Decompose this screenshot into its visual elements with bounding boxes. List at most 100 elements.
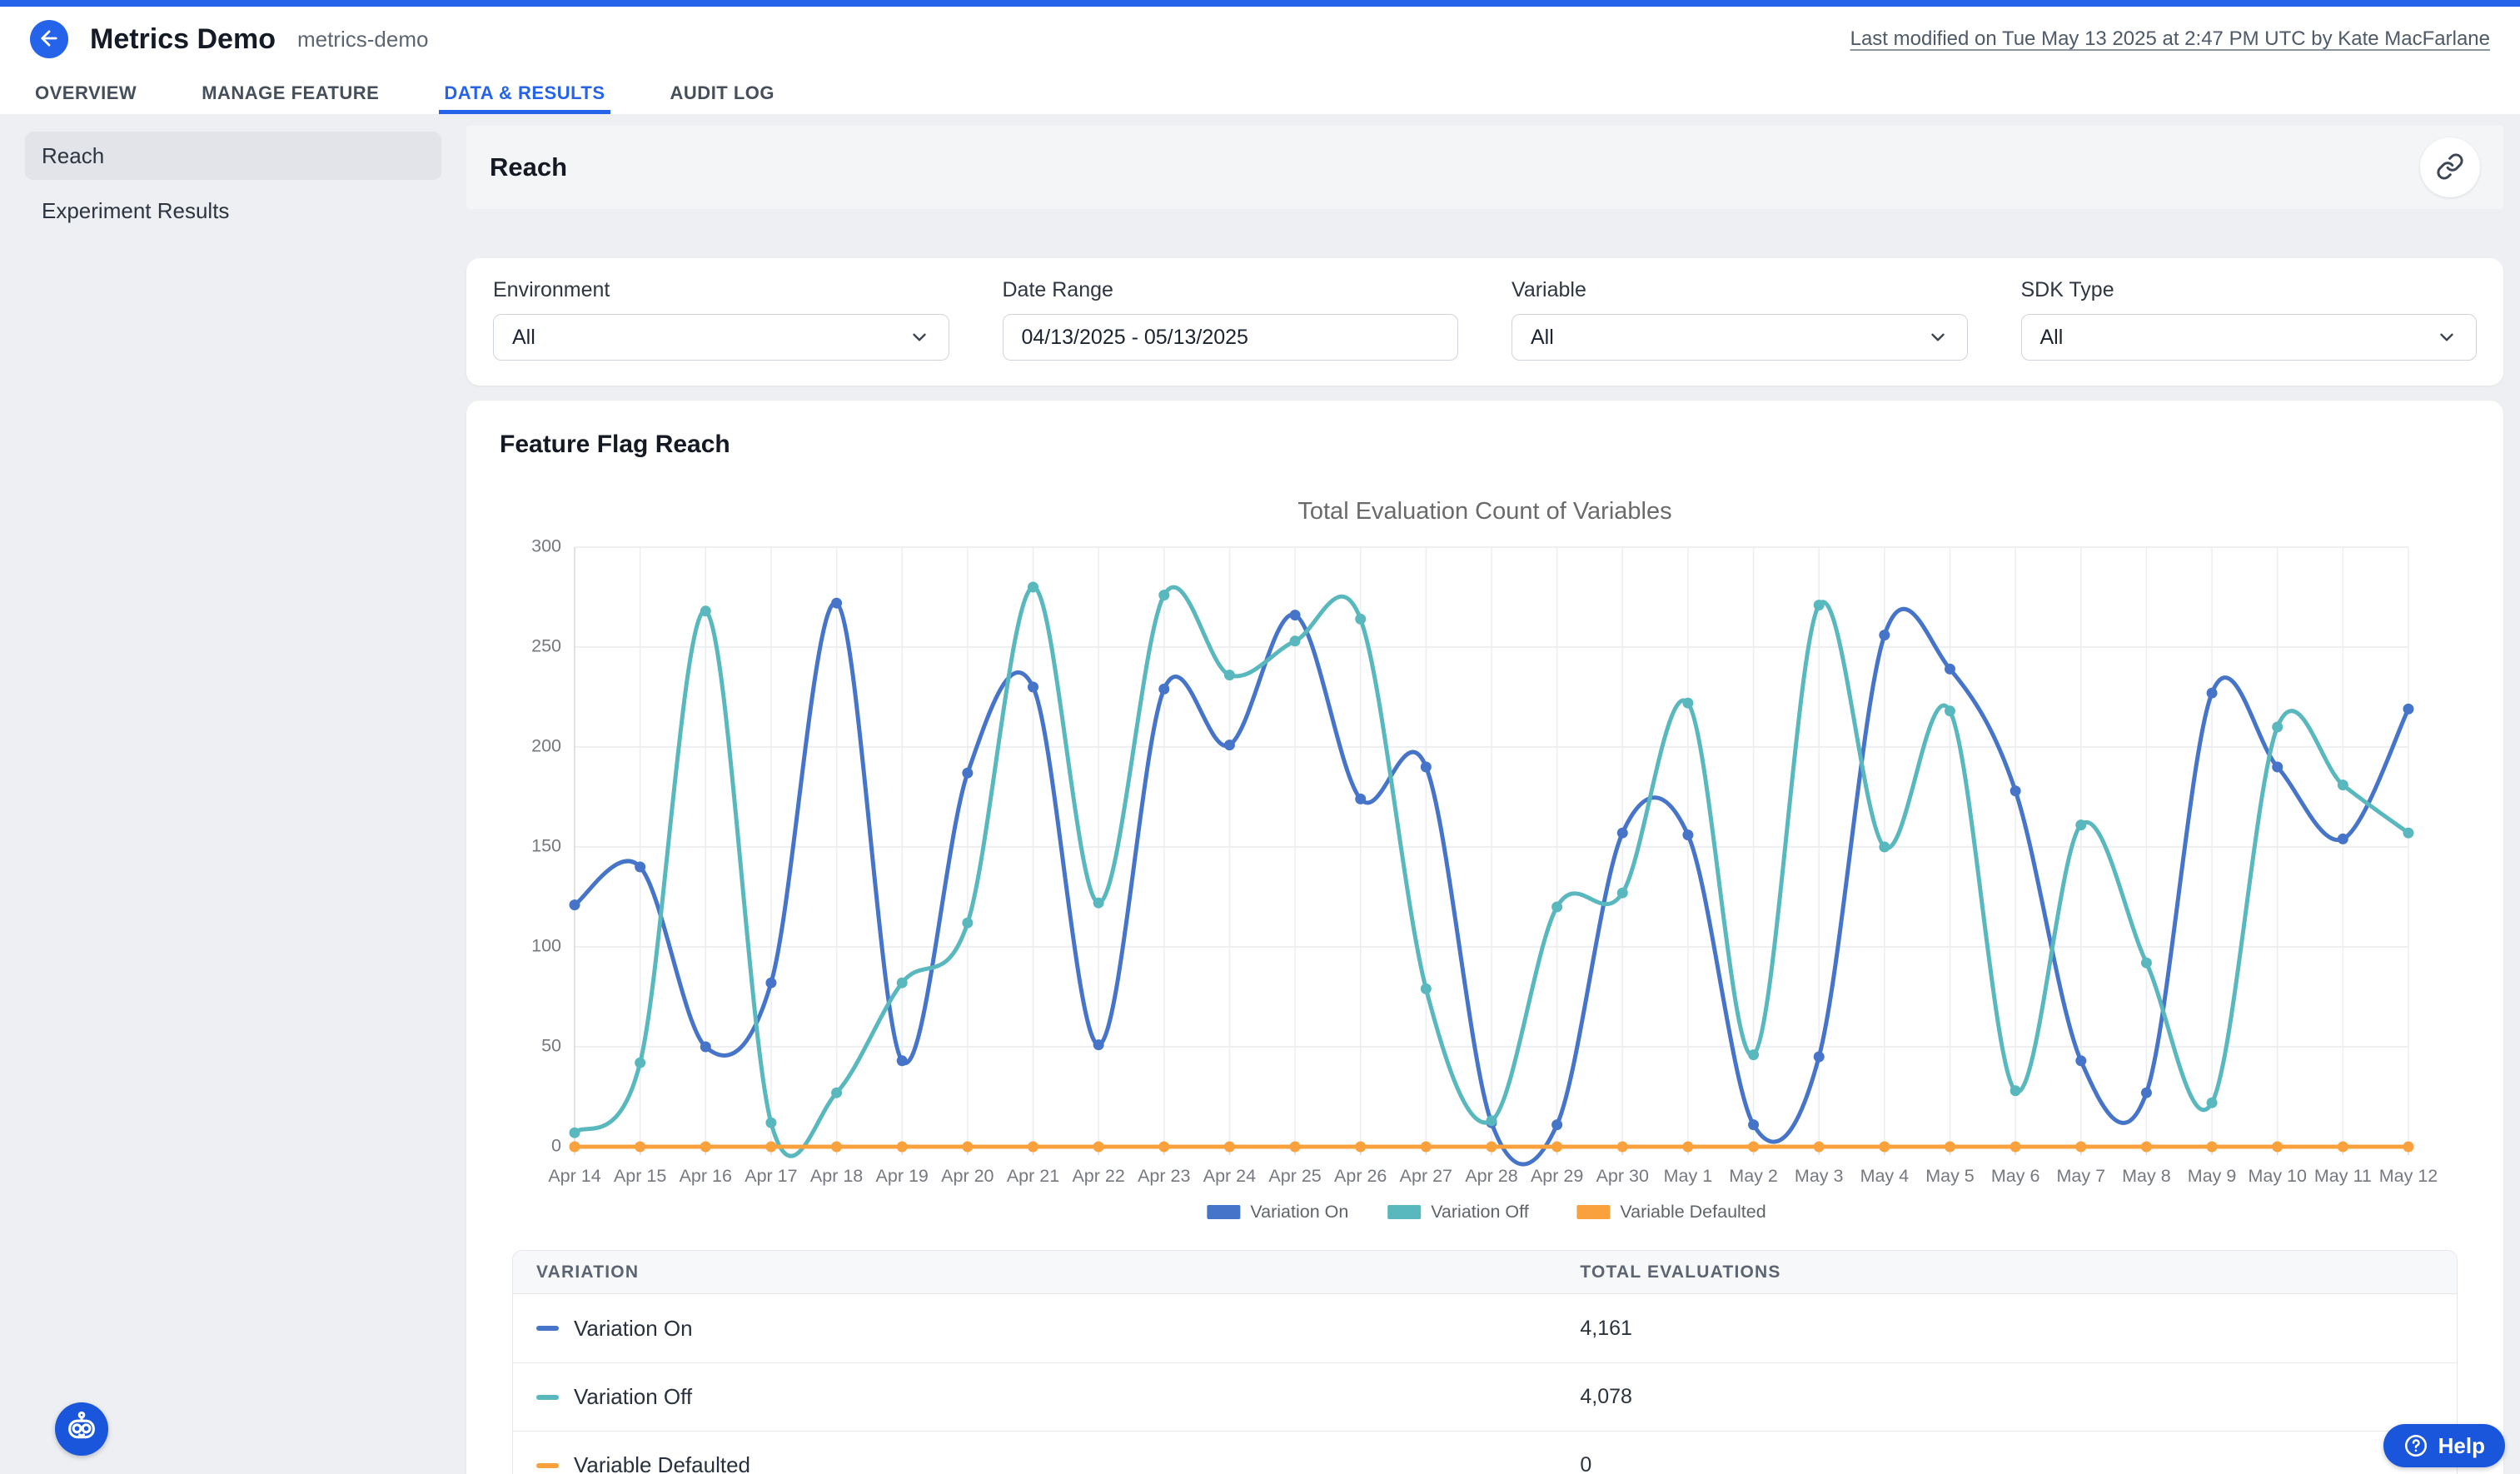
svg-text:Apr 18: Apr 18: [810, 1166, 863, 1186]
table-row-variation-off: Variation Off4,078: [513, 1362, 2457, 1431]
svg-text:Apr 21: Apr 21: [1007, 1166, 1059, 1186]
chart-legend: Variation On Variation Off Variable Defaul…: [1207, 1202, 1765, 1222]
legend-item-variation-on[interactable]: Variation On: [1207, 1202, 1348, 1222]
app-header: Metrics Demo metrics-demo Last modified …: [0, 7, 2520, 72]
filter-label: Date Range: [1003, 278, 1459, 302]
sidebar-item-reach[interactable]: Reach: [25, 132, 441, 180]
svg-text:May 7: May 7: [2057, 1166, 2106, 1186]
variable-select[interactable]: All: [1512, 314, 1968, 361]
section-title: Reach: [490, 152, 567, 182]
selected-value: All: [2040, 326, 2437, 350]
svg-text:May 12: May 12: [2379, 1166, 2438, 1186]
chevron-down-icon: [1927, 326, 1949, 348]
column-header-total-evaluations: TOTAL EVALUATIONS: [1556, 1262, 2457, 1282]
legend-item-variable-defaulted[interactable]: Variable Defaulted: [1576, 1202, 1765, 1222]
svg-text:May 8: May 8: [2122, 1166, 2171, 1186]
selected-value: All: [1531, 326, 1927, 350]
svg-text:Apr 17: Apr 17: [745, 1166, 797, 1186]
svg-text:May 3: May 3: [1795, 1166, 1844, 1186]
reach-chart-card: Feature Flag Reach Total Evaluation Coun…: [466, 401, 2503, 1474]
feature-key: metrics-demo: [297, 27, 428, 52]
filter-label: Environment: [493, 278, 949, 302]
sdk-type-select[interactable]: All: [2021, 314, 2478, 361]
svg-text:200: 200: [531, 736, 561, 756]
assistant-button[interactable]: [55, 1402, 108, 1456]
selected-value: All: [512, 326, 909, 350]
environment-select[interactable]: All: [493, 314, 949, 361]
svg-text:Apr 22: Apr 22: [1072, 1166, 1124, 1186]
tab-manage-feature[interactable]: MANAGE FEATURE: [197, 72, 384, 114]
svg-text:Apr 28: Apr 28: [1465, 1166, 1517, 1186]
filter-environment: Environment All: [493, 278, 949, 361]
svg-text:Apr 24: Apr 24: [1203, 1166, 1256, 1186]
date-range-value[interactable]: [1022, 326, 1440, 350]
svg-text:0: 0: [551, 1136, 561, 1156]
panel-title: Feature Flag Reach: [500, 431, 2470, 459]
svg-text:250: 250: [531, 636, 561, 656]
section-header: Reach: [466, 126, 2503, 209]
copy-link-button[interactable]: [2420, 137, 2480, 197]
svg-text:Apr 26: Apr 26: [1334, 1166, 1387, 1186]
svg-text:May 10: May 10: [2248, 1166, 2307, 1186]
filters-card: EnvironmentAllDate RangeVariableAllSDK T…: [466, 258, 2503, 386]
svg-text:Apr 15: Apr 15: [614, 1166, 666, 1186]
filter-label: Variable: [1512, 278, 1968, 302]
date-range-input[interactable]: [1003, 314, 1459, 361]
svg-text:Apr 30: Apr 30: [1596, 1166, 1649, 1186]
variation-name: Variation Off: [574, 1384, 692, 1410]
question-circle-icon: [2403, 1433, 2428, 1458]
svg-text:50: 50: [541, 1036, 561, 1056]
svg-text:Variation On: Variation On: [1250, 1202, 1348, 1222]
variation-totals-table: VARIATION TOTAL EVALUATIONS Variation On…: [512, 1250, 2458, 1474]
table-header-row: VARIATION TOTAL EVALUATIONS: [513, 1251, 2457, 1294]
tab-audit-log[interactable]: AUDIT LOG: [665, 72, 780, 114]
series-swatch: [536, 1395, 559, 1400]
svg-text:Apr 25: Apr 25: [1268, 1166, 1321, 1186]
last-modified-text: Last modified on Tue May 13 2025 at 2:47…: [1850, 27, 2490, 51]
total-evaluations-value: 4,161: [1556, 1317, 2457, 1341]
svg-text:100: 100: [531, 936, 561, 956]
svg-text:Apr 23: Apr 23: [1138, 1166, 1190, 1186]
series-variable-defaulted[interactable]: [570, 1142, 2414, 1153]
link-icon: [2436, 152, 2464, 183]
page-title: Metrics Demo: [90, 23, 276, 56]
filter-label: SDK Type: [2021, 278, 2478, 302]
chevron-down-icon: [2436, 326, 2458, 348]
svg-text:150: 150: [531, 836, 561, 856]
filter-sdk-type: SDK Type All: [2021, 278, 2478, 361]
svg-text:May 5: May 5: [1925, 1166, 1975, 1186]
help-button[interactable]: Help: [2383, 1424, 2505, 1467]
svg-text:May 4: May 4: [1860, 1166, 1910, 1186]
legend-item-variation-off[interactable]: Variation Off: [1387, 1202, 1529, 1222]
table-row-variable-defaulted: Variable Defaulted0: [513, 1431, 2457, 1474]
reach-line-chart[interactable]: 0 50 100 150 200 250 300 Apr 14 Apr 15 Apr 16 Apr …: [500, 535, 2457, 1227]
back-button[interactable]: [30, 20, 68, 58]
sidebar-item-experiment-results[interactable]: Experiment Results: [25, 187, 441, 235]
series-swatch: [536, 1326, 559, 1331]
filter-date-range: Date Range: [1003, 278, 1459, 361]
top-accent-bar: [0, 0, 2520, 7]
variation-name: Variable Defaulted: [574, 1452, 750, 1474]
svg-text:Apr 29: Apr 29: [1531, 1166, 1583, 1186]
svg-text:Apr 14: Apr 14: [548, 1166, 600, 1186]
svg-text:Variable Defaulted: Variable Defaulted: [1620, 1202, 1765, 1222]
svg-text:Variation Off: Variation Off: [1431, 1202, 1529, 1222]
svg-text:May 9: May 9: [2188, 1166, 2237, 1186]
series-swatch: [536, 1463, 559, 1468]
column-header-variation: VARIATION: [513, 1262, 1556, 1282]
filter-variable: Variable All: [1512, 278, 1968, 361]
tab-bar: OVERVIEW MANAGE FEATURE DATA & RESULTS AUDI…: [0, 72, 2520, 115]
table-row-variation-on: Variation On 4,161: [513, 1294, 2457, 1362]
tab-data-results[interactable]: DATA & RESULTS: [439, 72, 610, 114]
chart-grid: [575, 547, 2408, 1155]
tab-overview[interactable]: OVERVIEW: [30, 72, 142, 114]
chevron-down-icon: [909, 326, 930, 348]
svg-text:May 2: May 2: [1729, 1166, 1778, 1186]
svg-text:Apr 20: Apr 20: [941, 1166, 994, 1186]
main-panel: Reach Environment All Date Range Variable Al…: [466, 115, 2520, 1474]
svg-text:Apr 16: Apr 16: [680, 1166, 732, 1186]
variation-name: Variation On: [574, 1316, 693, 1342]
svg-text:Apr 19: Apr 19: [876, 1166, 929, 1186]
svg-text:May 11: May 11: [2314, 1166, 2372, 1186]
svg-text:300: 300: [531, 536, 561, 556]
